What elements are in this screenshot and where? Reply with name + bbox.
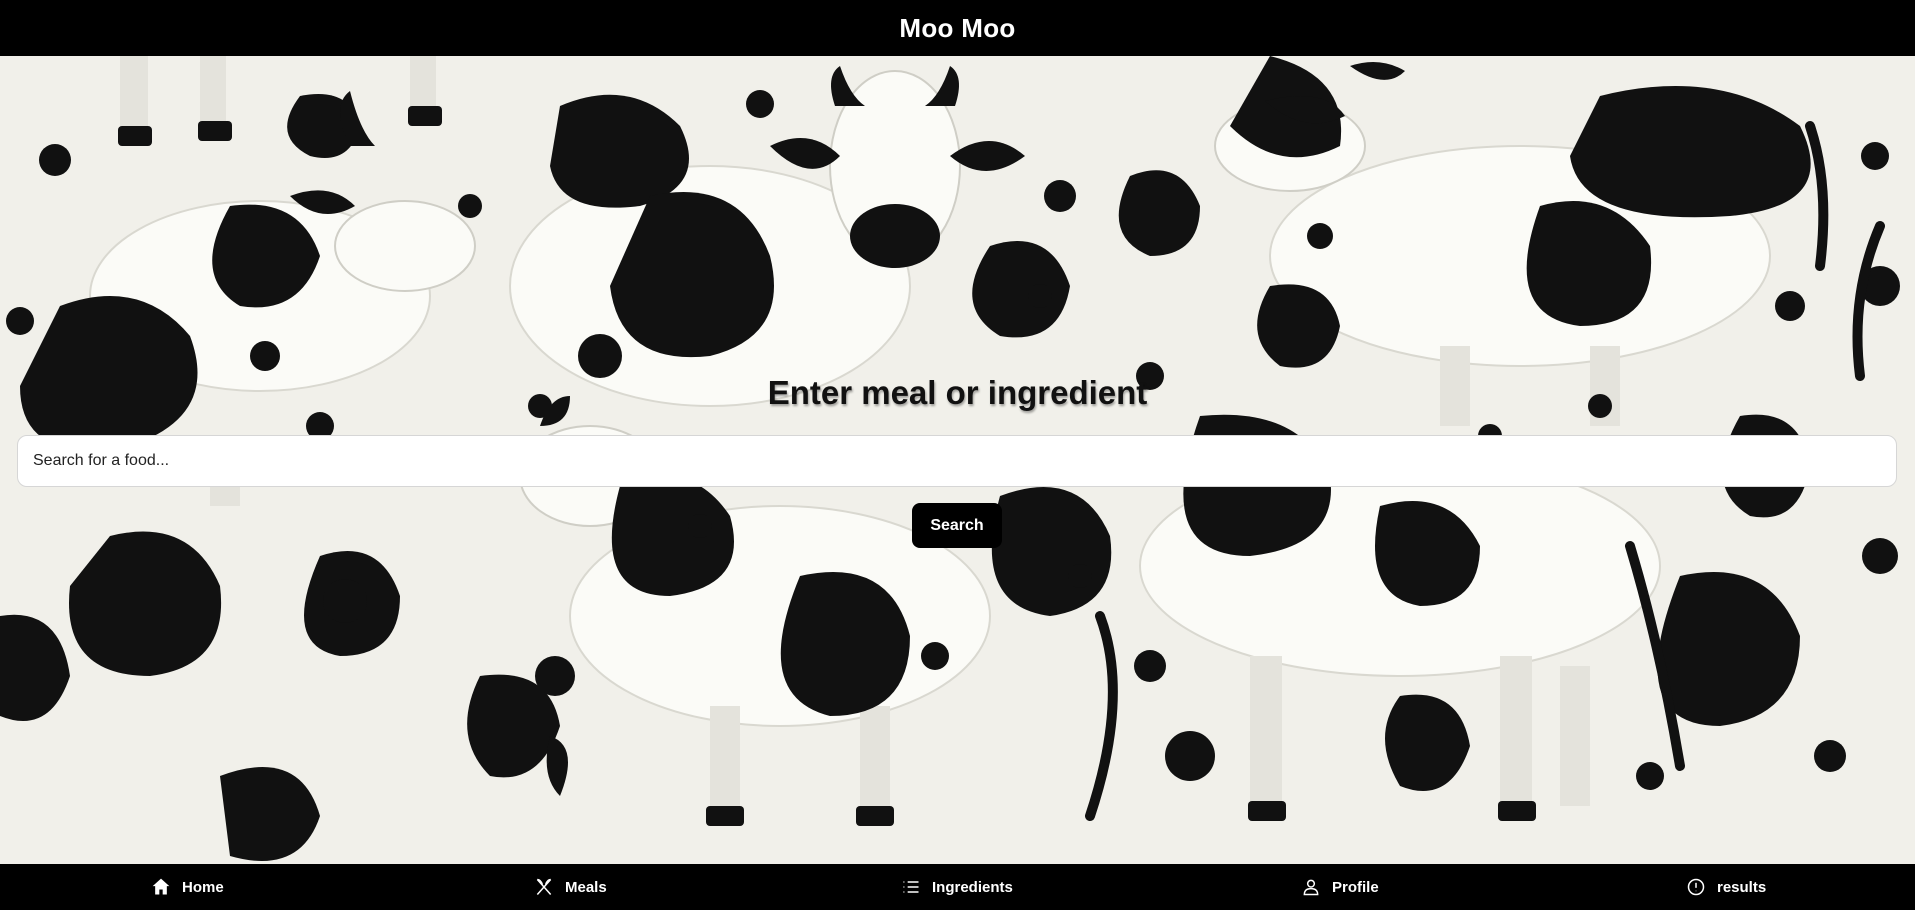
- search-button[interactable]: Search: [912, 503, 1002, 548]
- utensils-icon: [533, 876, 555, 898]
- nav-item-label: results: [1717, 878, 1767, 896]
- nav-item-results[interactable]: results: [1685, 864, 1766, 910]
- home-icon: [150, 876, 172, 898]
- bottom-navigation: Home Meals Ingredients Profile results: [0, 864, 1915, 910]
- page-headline: Enter meal or ingredient: [767, 374, 1148, 411]
- top-header: Moo Moo: [0, 0, 1915, 56]
- nav-item-meals[interactable]: Meals: [533, 864, 607, 910]
- nav-item-home[interactable]: Home: [150, 864, 224, 910]
- nav-item-label: Profile: [1332, 878, 1379, 896]
- nav-item-profile[interactable]: Profile: [1300, 864, 1379, 910]
- nav-item-label: Home: [182, 878, 224, 896]
- user-icon: [1300, 876, 1322, 898]
- main-content: Enter meal or ingredient Search: [0, 56, 1915, 864]
- app-title: Moo Moo: [899, 12, 1016, 43]
- nav-item-label: Meals: [565, 878, 607, 896]
- alert-circle-icon: [1685, 876, 1707, 898]
- nav-item-label: Ingredients: [932, 878, 1013, 896]
- nav-item-ingredients[interactable]: Ingredients: [900, 864, 1013, 910]
- list-icon: [900, 876, 922, 898]
- food-search-input[interactable]: [17, 435, 1897, 487]
